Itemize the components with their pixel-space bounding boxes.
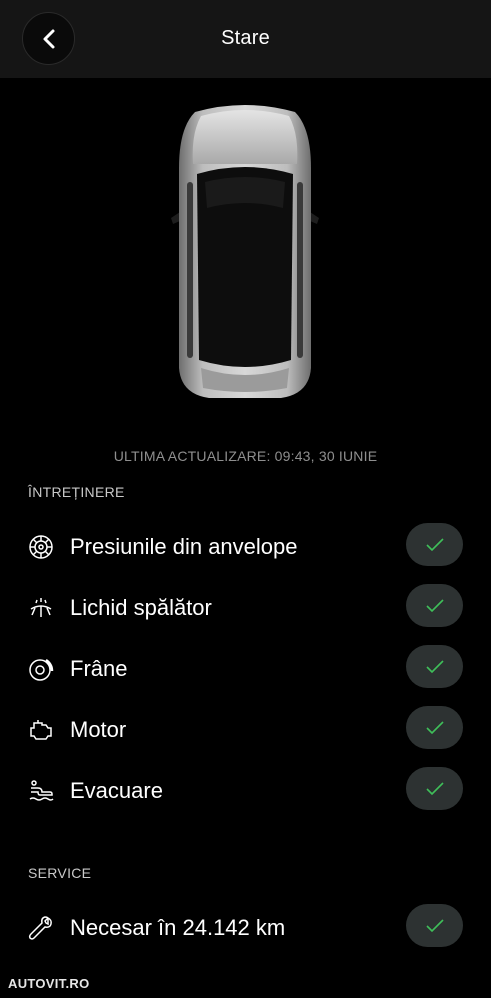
service-section-label: SERVICE [28,865,92,881]
exhaust-icon [28,778,54,804]
maintenance-item-label: Frâne [70,656,128,681]
ok-status-badge [406,645,463,688]
ok-status-badge [406,584,463,627]
ok-status-badge [406,706,463,749]
maintenance-item-tire-pressure[interactable]: Presiunile din anvelope [0,520,491,574]
watermark: AUTOVIT.RO [8,976,90,991]
maintenance-item-label: Evacuare [70,778,163,803]
maintenance-section-label: ÎNTREȚINERE [28,484,125,500]
brake-icon [28,656,54,682]
maintenance-item-brakes[interactable]: Frâne [0,642,491,696]
checkmark-icon [425,598,444,612]
ok-status-badge [406,767,463,810]
ok-status-badge [406,523,463,566]
engine-icon [28,717,54,743]
maintenance-item-exhaust[interactable]: Evacuare [0,764,491,818]
page-title: Stare [221,27,270,49]
checkmark-icon [425,537,444,551]
washer-fluid-icon [28,595,54,621]
maintenance-item-label: Presiunile din anvelope [70,534,298,559]
service-item-label: Necesar în 24.142 km [70,915,286,940]
checkmark-icon [425,659,444,673]
maintenance-item-label: Motor [70,717,127,742]
status-screen: Stare ULTIMA ACTUALIZARE: 09:43, 30 IUNI… [0,0,491,998]
checkmark-icon [425,720,444,734]
service-item-next-service[interactable]: Necesar în 24.142 km [0,901,491,955]
checkmark-icon [425,918,444,932]
checkmark-icon [425,781,444,795]
ok-status-badge [406,904,463,947]
maintenance-item-label: Lichid spălător [70,595,212,620]
wrench-icon [28,915,54,941]
tire-icon [28,534,54,560]
last-update-text: ULTIMA ACTUALIZARE: 09:43, 30 IUNIE [113,448,378,464]
maintenance-item-engine[interactable]: Motor [0,703,491,757]
vehicle-top-view-image [165,98,325,400]
maintenance-item-washer-fluid[interactable]: Lichid spălător [0,581,491,635]
top-bar: Stare [0,0,491,78]
